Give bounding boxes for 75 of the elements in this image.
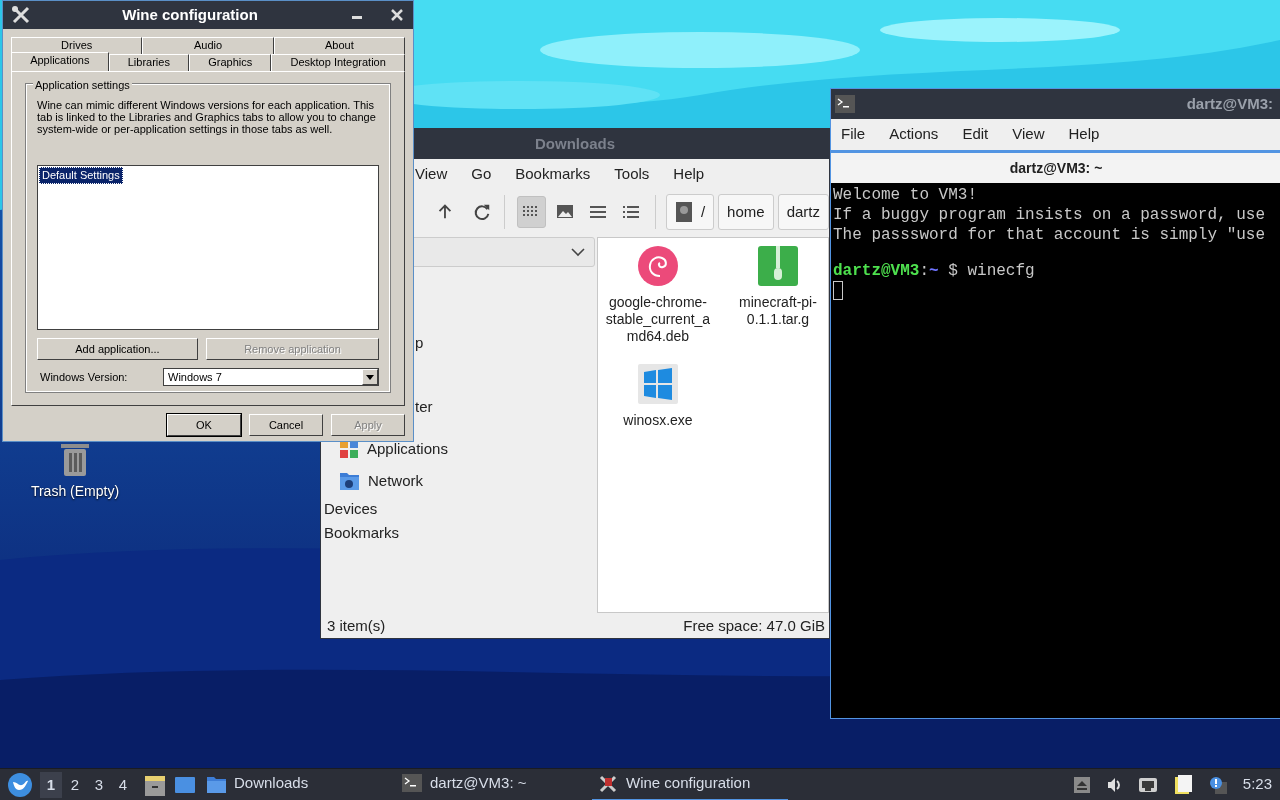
sidebar-item[interactable]: Applications <box>367 437 448 461</box>
field-label: Windows Version: <box>39 369 129 385</box>
tab[interactable]: Applications <box>11 52 109 71</box>
terminal-icon <box>835 95 855 113</box>
menu-item[interactable]: View <box>415 162 448 186</box>
workspace-button[interactable]: 3 <box>88 771 110 798</box>
tools-icon <box>598 773 618 794</box>
windows-logo-icon <box>638 363 678 404</box>
network-icon[interactable] <box>1137 775 1158 794</box>
taskbar-button[interactable]: Downloads <box>200 768 396 800</box>
file-cabinet-icon[interactable] <box>144 773 166 796</box>
tab[interactable]: Libraries <box>108 54 190 71</box>
terminal-output: If a buggy program insists on a password, use <box>833 205 1266 225</box>
close-icon[interactable] <box>389 7 405 23</box>
start-menu-icon[interactable] <box>8 772 32 797</box>
path-button[interactable]: home <box>718 193 774 230</box>
tab[interactable]: About <box>273 37 405 54</box>
tab[interactable]: Graphics <box>189 54 272 71</box>
tab[interactable]: Drives <box>11 37 143 54</box>
sidebar-item[interactable]: p <box>415 331 424 355</box>
view-mode-button[interactable] <box>516 195 547 228</box>
menu-item[interactable]: Help <box>1068 123 1100 146</box>
workspace-button[interactable]: 4 <box>112 771 134 798</box>
description-text: Wine can mimic different Windows versions for each application. This tab is linked to the Libraries and Graphics tabs to allow you to change system-wide or per-application settings in those tabs as well. <box>37 99 377 135</box>
drive-icon <box>674 200 693 223</box>
path-button[interactable]: dartz <box>777 193 829 230</box>
menu-item[interactable]: View <box>1012 123 1045 146</box>
menu-item[interactable]: Bookmarks <box>515 162 591 186</box>
download-entry[interactable]: winosx.exe <box>598 363 718 482</box>
sidebar-item[interactable]: Network <box>368 469 423 493</box>
dialog-button[interactable]: Add application... <box>37 338 198 360</box>
application-list[interactable]: Default Settings <box>37 165 379 330</box>
clipboard-icon[interactable] <box>1173 774 1193 795</box>
eject-icon[interactable] <box>1073 776 1090 793</box>
window-title: Wine configuration <box>121 4 259 25</box>
dialog-button[interactable]: Cancel <box>249 414 323 436</box>
window-title: dartz@VM3: <box>1186 93 1274 114</box>
workspace-button[interactable]: 1 <box>40 771 62 798</box>
dialog-button[interactable]: OK <box>167 414 241 436</box>
menu-item[interactable]: Go <box>471 162 492 186</box>
sidebar-header[interactable]: Devices <box>324 497 378 521</box>
download-entry[interactable]: minecraft-pi-0.1.1.tar.g <box>718 245 828 364</box>
window-title: Downloads <box>535 133 615 154</box>
network-folder-icon <box>339 470 360 492</box>
terminal-output: The passsword for that account is simply "use <box>833 225 1266 245</box>
tools-icon <box>11 5 31 25</box>
taskbar-button[interactable]: dartz@VM3: ~ <box>396 768 592 800</box>
terminal-prompt: dartz@VM3:~ $ winecfg <box>833 261 1035 281</box>
menu-item[interactable]: Tools <box>614 162 650 186</box>
free-space-text: Free space: 47.0 GiB <box>683 615 825 636</box>
tab[interactable]: Desktop Integration <box>271 54 405 71</box>
status-text: 3 item(s) <box>327 615 386 636</box>
menu-item[interactable]: Help <box>673 162 705 186</box>
package-icon <box>638 245 678 286</box>
sidebar-header[interactable]: Bookmarks <box>324 521 400 545</box>
taskbar-button[interactable]: Wine configuration <box>592 768 788 800</box>
download-entry[interactable]: google-chrome-stable_current_amd64.deb <box>598 245 718 364</box>
archive-icon <box>758 245 798 286</box>
menu-item[interactable]: Edit <box>962 123 989 146</box>
sidebar-item[interactable]: ter <box>415 395 433 419</box>
menu-item[interactable]: Actions <box>889 123 939 146</box>
list-item[interactable]: Default Settings <box>39 167 123 184</box>
menu-item[interactable]: File <box>841 123 866 146</box>
text-cursor <box>833 281 843 300</box>
desktop-icon-label[interactable]: Trash (Empty) <box>30 481 120 502</box>
tab[interactable]: Audio <box>142 37 274 54</box>
version-select[interactable]: Windows 7 <box>163 368 379 386</box>
path-button[interactable]: / <box>665 193 715 230</box>
dropdown-arrow-icon[interactable] <box>365 373 375 381</box>
terminal-tab[interactable]: dartz@VM3: ~ <box>831 150 1280 183</box>
notification-icon[interactable] <box>1208 775 1227 794</box>
workspace-button[interactable]: 2 <box>64 771 86 798</box>
terminal-output: Welcome to VM3! <box>833 185 978 205</box>
terminal-icon <box>402 773 422 794</box>
clock-text: 5:23 <box>1242 774 1272 795</box>
